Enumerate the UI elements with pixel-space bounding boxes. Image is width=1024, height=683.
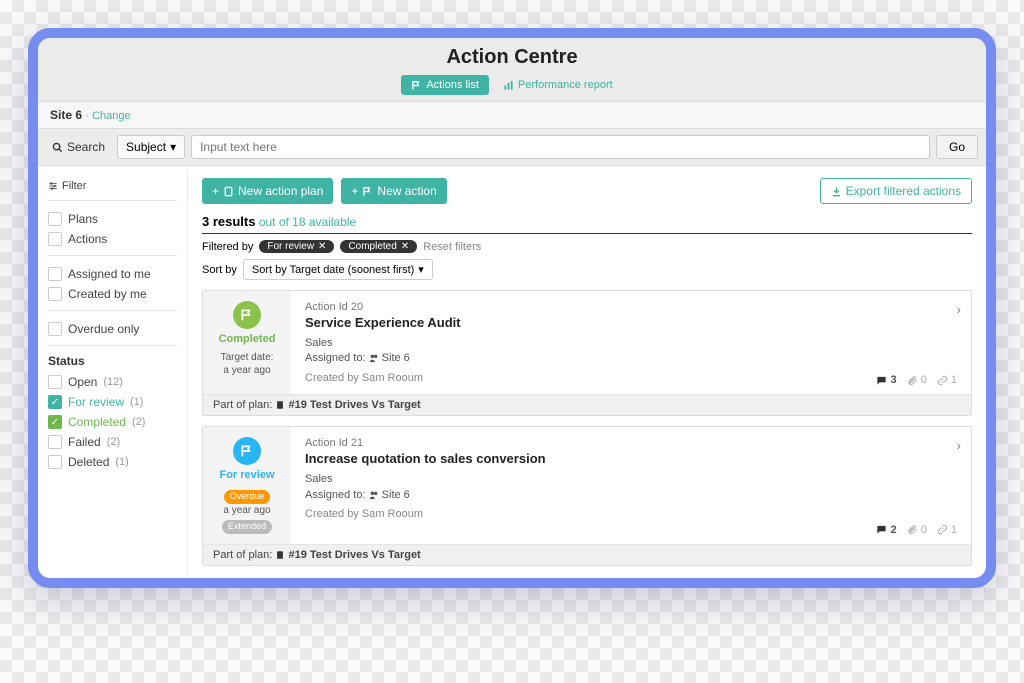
search-label: Search bbox=[46, 135, 111, 159]
status-completed[interactable]: ✓Completed (2) bbox=[48, 412, 177, 432]
card-stats: 2 0 1 bbox=[876, 524, 957, 536]
close-icon: ✕ bbox=[401, 241, 409, 252]
status-column: Completed Target date: a year ago bbox=[203, 291, 291, 394]
reset-filters-link[interactable]: Reset filters bbox=[423, 241, 481, 253]
link-icon bbox=[937, 375, 948, 386]
clipboard-icon bbox=[275, 400, 285, 410]
tab-actions-list[interactable]: Actions list bbox=[401, 75, 489, 95]
clipboard-icon bbox=[275, 550, 285, 560]
search-bar: Search Subject ▾ Go bbox=[38, 128, 986, 166]
go-button[interactable]: Go bbox=[936, 135, 978, 159]
chart-icon bbox=[503, 80, 514, 91]
site-name: Site 6 bbox=[50, 108, 82, 122]
plus-icon: + bbox=[212, 184, 219, 198]
change-site-link[interactable]: · Change bbox=[85, 110, 130, 122]
users-icon bbox=[369, 490, 379, 500]
chip-for-review[interactable]: For review✕ bbox=[259, 240, 334, 253]
flag-icon bbox=[411, 80, 422, 91]
search-icon bbox=[52, 142, 63, 153]
chevron-right-icon[interactable]: › bbox=[956, 437, 961, 453]
header: Action Centre Actions list Performance r… bbox=[38, 38, 986, 101]
subject-dropdown[interactable]: Subject ▾ bbox=[117, 135, 185, 159]
chip-completed[interactable]: Completed✕ bbox=[340, 240, 417, 253]
tab-performance-report[interactable]: Performance report bbox=[493, 75, 623, 95]
comment-icon bbox=[876, 375, 887, 386]
search-input[interactable] bbox=[191, 135, 930, 159]
extended-pill: Extended bbox=[222, 520, 272, 534]
link-icon bbox=[937, 524, 948, 535]
action-id: Action Id 20 bbox=[305, 301, 959, 313]
filter-created-by-me[interactable]: Created by me bbox=[48, 284, 177, 304]
action-id: Action Id 21 bbox=[305, 437, 959, 449]
users-icon bbox=[369, 353, 379, 363]
overdue-pill: Overdue bbox=[224, 490, 271, 504]
status-badge-icon bbox=[233, 301, 261, 329]
sort-dropdown[interactable]: Sort by Target date (soonest first) ▾ bbox=[243, 259, 433, 280]
card-plan-footer: Part of plan: #19 Test Drives Vs Target bbox=[203, 394, 971, 415]
page-title: Action Centre bbox=[38, 46, 986, 69]
filter-plans[interactable]: Plans bbox=[48, 209, 177, 229]
card-info: Action Id 21 Increase quotation to sales… bbox=[305, 437, 959, 535]
app-frame: Action Centre Actions list Performance r… bbox=[28, 28, 996, 588]
results-count: 3 results out of 18 available bbox=[202, 214, 972, 234]
filter-assigned-to-me[interactable]: Assigned to me bbox=[48, 264, 177, 284]
filter-overdue-only[interactable]: Overdue only bbox=[48, 319, 177, 339]
caret-down-icon: ▾ bbox=[170, 140, 176, 154]
sliders-icon bbox=[48, 181, 58, 191]
card-stats: 3 0 1 bbox=[876, 374, 957, 386]
card-plan-footer: Part of plan: #19 Test Drives Vs Target bbox=[203, 544, 971, 565]
status-column: For review Overdue a year ago Extended bbox=[203, 427, 291, 543]
site-bar: Site 6 · Change bbox=[38, 101, 986, 128]
flag-icon bbox=[362, 186, 373, 197]
status-open[interactable]: Open (12) bbox=[48, 372, 177, 392]
close-icon: ✕ bbox=[318, 241, 326, 252]
export-button[interactable]: Export filtered actions bbox=[820, 178, 972, 204]
clipboard-icon bbox=[223, 186, 234, 197]
status-failed[interactable]: Failed (2) bbox=[48, 432, 177, 452]
new-action-plan-button[interactable]: + New action plan bbox=[202, 178, 333, 204]
sidebar: Filter Plans Actions Assigned to me Crea… bbox=[38, 166, 188, 578]
filtered-by-row: Filtered by For review✕ Completed✕ Reset… bbox=[202, 240, 972, 253]
action-card[interactable]: For review Overdue a year ago Extended A… bbox=[202, 426, 972, 565]
status-badge-icon bbox=[233, 437, 261, 465]
sort-row: Sort by Sort by Target date (soonest fir… bbox=[202, 259, 972, 280]
comment-icon bbox=[876, 524, 887, 535]
status-for-review[interactable]: ✓For review (1) bbox=[48, 392, 177, 412]
paperclip-icon bbox=[907, 375, 918, 386]
filter-heading: Filter bbox=[48, 180, 177, 192]
filter-actions[interactable]: Actions bbox=[48, 229, 177, 249]
paperclip-icon bbox=[907, 524, 918, 535]
new-action-button[interactable]: + New action bbox=[341, 178, 446, 204]
status-deleted[interactable]: Deleted (1) bbox=[48, 452, 177, 472]
caret-down-icon: ▾ bbox=[418, 263, 424, 276]
download-icon bbox=[831, 186, 842, 197]
content: + New action plan + New action Export fi… bbox=[188, 166, 986, 578]
action-card[interactable]: Completed Target date: a year ago Action… bbox=[202, 290, 972, 416]
action-title: Service Experience Audit bbox=[305, 315, 959, 330]
chevron-right-icon[interactable]: › bbox=[956, 301, 961, 317]
card-info: Action Id 20 Service Experience Audit Sa… bbox=[305, 301, 959, 386]
action-title: Increase quotation to sales conversion bbox=[305, 451, 959, 466]
status-heading: Status bbox=[48, 354, 177, 368]
plus-icon: + bbox=[351, 184, 358, 198]
